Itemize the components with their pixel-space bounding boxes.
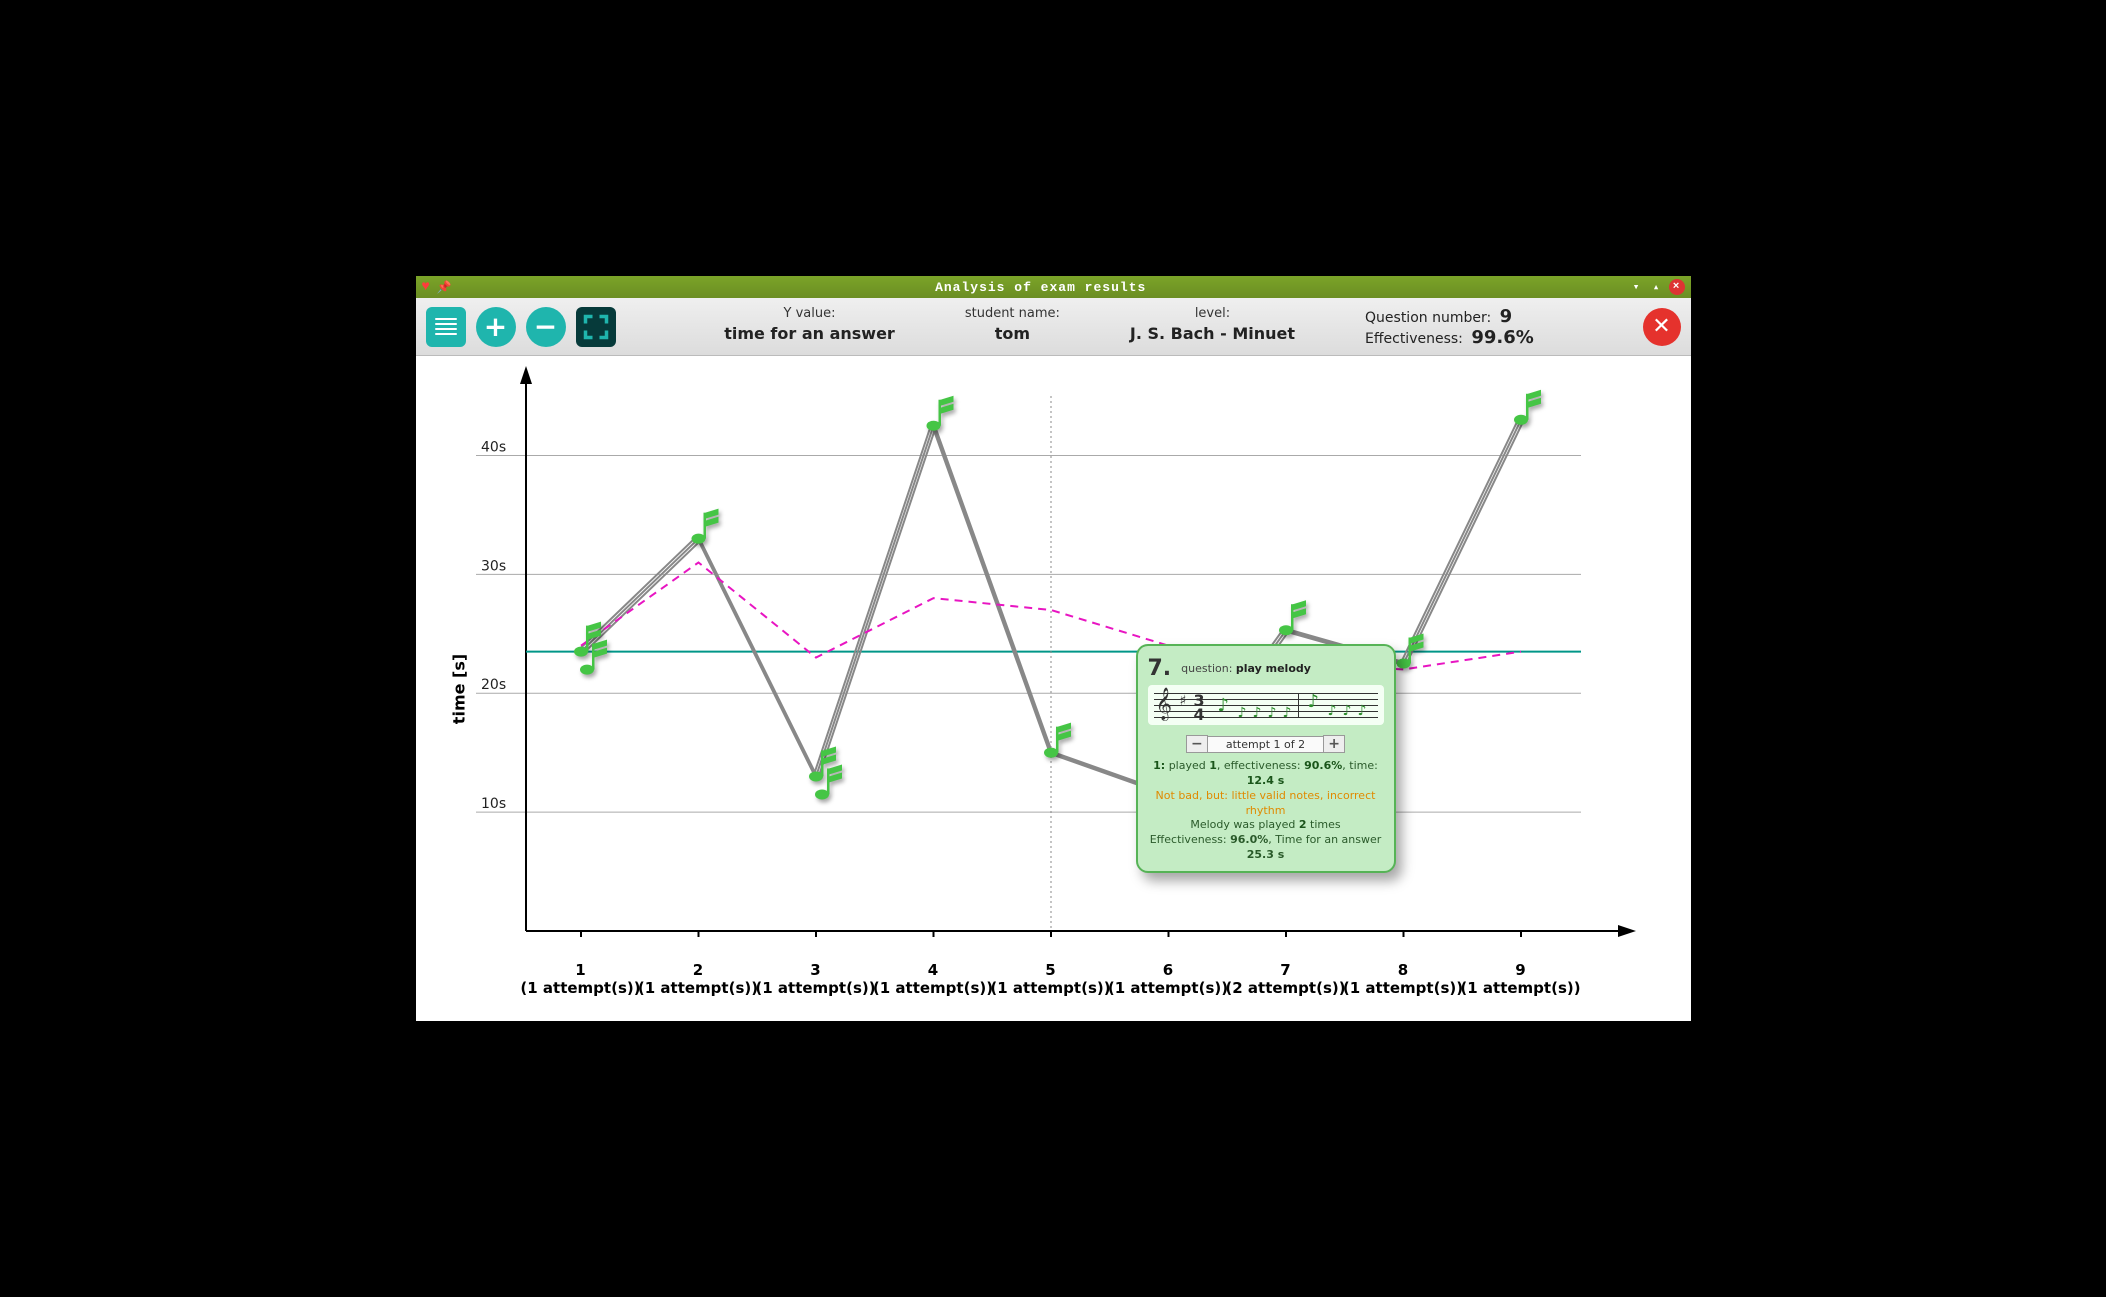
tt-pl-c: times: [1310, 818, 1341, 831]
x-tick-attempts: (1 attempt(s)): [520, 979, 640, 997]
chart-area: time [s] 10s20s30s40s 7. question: play …: [416, 356, 1691, 1021]
svg-text:40s: 40s: [481, 439, 506, 455]
tt-l1-played: played: [1169, 759, 1206, 772]
tt-e2-b: 96.0%: [1230, 833, 1268, 846]
x-tick-attempts: (1 attempt(s)): [755, 979, 875, 997]
x-tick-label: 4: [928, 961, 938, 979]
tt-e2-a: Effectiveness:: [1150, 833, 1227, 846]
x-tick-attempts: (1 attempt(s)): [1343, 979, 1463, 997]
x-tick-attempts: (1 attempt(s)): [638, 979, 758, 997]
tt-l1-time: 12.4 s: [1247, 774, 1285, 787]
student-caption: student name:: [965, 306, 1060, 321]
tooltip-number: 7.: [1148, 656, 1172, 681]
y-value-value: time for an answer: [724, 324, 895, 343]
svg-text:30s: 30s: [481, 558, 506, 574]
tt-l1-eff: 90.6%: [1304, 759, 1342, 772]
zoom-in-button[interactable]: +: [476, 307, 516, 347]
zoom-out-button[interactable]: −: [526, 307, 566, 347]
tt-e2-c: , Time for an answer: [1268, 833, 1381, 846]
tt-l1-timelbl: , time:: [1342, 759, 1378, 772]
x-tick-label: 8: [1398, 961, 1408, 979]
pin-icon[interactable]: 📌: [437, 280, 453, 295]
x-tick-label: 1: [575, 961, 585, 979]
titlebar: ♥ 📌 Analysis of exam results ▾ ▴ ×: [416, 276, 1691, 298]
svg-text:10s: 10s: [481, 796, 506, 812]
level-value: J. S. Bach - Minuet: [1130, 324, 1295, 343]
toolbar: + − Y value: time for an answer student …: [416, 298, 1691, 356]
app-window: ♥ 📌 Analysis of exam results ▾ ▴ × + − Y…: [416, 276, 1691, 1021]
tooltip-q-caption: question:: [1181, 662, 1232, 675]
attempt-counter: attempt 1 of 2: [1208, 736, 1323, 753]
level-caption: level:: [1130, 306, 1295, 321]
x-tick-attempts: (2 attempt(s)): [1225, 979, 1345, 997]
tt-l1-mid: , effectiveness:: [1217, 759, 1301, 772]
maximize-icon[interactable]: ▴: [1649, 279, 1665, 295]
student-value: tom: [965, 324, 1060, 343]
fullscreen-button[interactable]: [576, 307, 616, 347]
x-tick-attempts: (1 attempt(s)): [1460, 979, 1580, 997]
tt-pl-a: Melody was played: [1190, 818, 1295, 831]
tt-l1-pre: 1:: [1153, 759, 1165, 772]
x-tick-label: 5: [1045, 961, 1055, 979]
tt-e2-d: 25.3 s: [1247, 848, 1285, 861]
staff-view-button[interactable]: [426, 307, 466, 347]
x-tick-attempts: (1 attempt(s)): [990, 979, 1110, 997]
qnum-value: 9: [1500, 306, 1513, 327]
x-tick-label: 2: [693, 961, 703, 979]
window-title: Analysis of exam results: [453, 280, 1629, 295]
tt-l1-playednum: 1: [1209, 759, 1217, 772]
info-block: Y value: time for an answer student name…: [626, 306, 1633, 348]
window-close-icon[interactable]: ×: [1669, 279, 1685, 295]
question-tooltip: 7. question: play melody 𝄞 ♯ 3 4 ♪ ♪ ♪: [1136, 644, 1396, 873]
chart-svg: 10s 20s 30s 40s: [416, 356, 1691, 1021]
x-tick-label: 3: [810, 961, 820, 979]
close-button[interactable]: ✕: [1643, 308, 1681, 346]
x-tick-label: 9: [1515, 961, 1525, 979]
minimize-icon[interactable]: ▾: [1629, 279, 1645, 295]
x-tick-label: 7: [1280, 961, 1290, 979]
tt-warn: Not bad, but: little valid notes, incorr…: [1148, 789, 1384, 819]
eff-caption: Effectiveness:: [1365, 331, 1463, 347]
y-value-caption: Y value:: [724, 306, 895, 321]
x-tick-attempts: (1 attempt(s)): [873, 979, 993, 997]
attempt-prev-button[interactable]: −: [1186, 735, 1208, 753]
x-tick-label: 6: [1163, 961, 1173, 979]
tt-pl-b: 2: [1299, 818, 1307, 831]
eff-value: 99.6%: [1471, 327, 1533, 348]
qnum-caption: Question number:: [1365, 310, 1491, 326]
tooltip-q-value: play melody: [1236, 662, 1311, 675]
x-tick-attempts: (1 attempt(s)): [1108, 979, 1228, 997]
svg-text:20s: 20s: [481, 677, 506, 693]
attempt-next-button[interactable]: +: [1323, 735, 1345, 753]
tooltip-staff-icon: 𝄞 ♯ 3 4 ♪ ♪ ♪ ♪ ♪ ♪ ♪ ♪ ♪: [1148, 685, 1384, 725]
heart-icon: ♥: [422, 279, 431, 295]
